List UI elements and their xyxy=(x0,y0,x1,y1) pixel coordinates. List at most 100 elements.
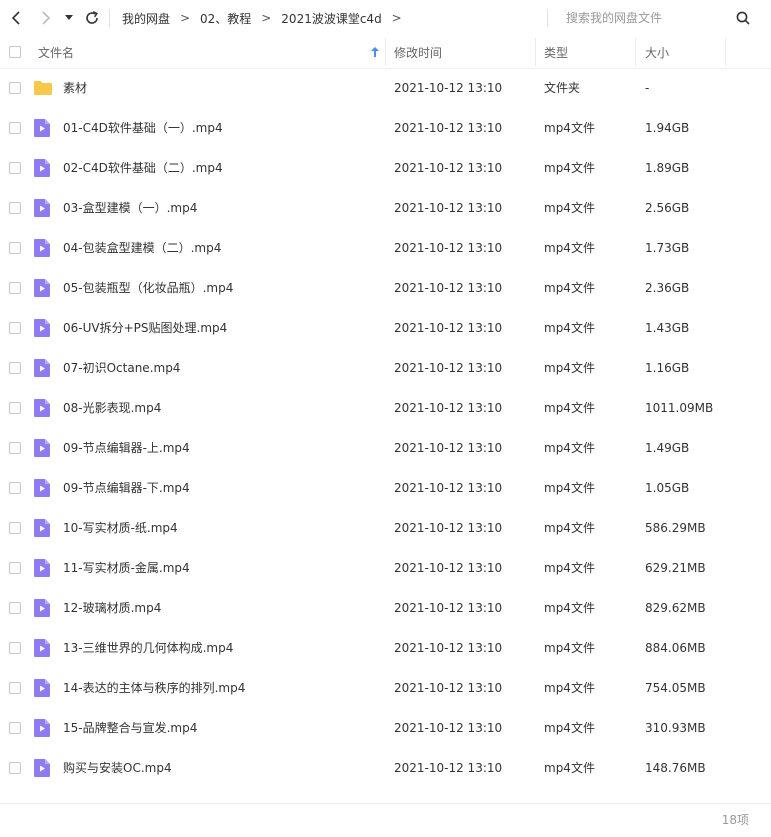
file-name[interactable]: 03-盒型建模（一）.mp4 xyxy=(63,188,197,228)
video-file-icon xyxy=(33,158,51,178)
sort-ascending-icon xyxy=(371,47,379,57)
back-button[interactable] xyxy=(6,8,26,28)
file-size: 1.05GB xyxy=(645,481,690,495)
row-checkbox[interactable] xyxy=(9,762,21,774)
column-header-type[interactable]: 类型 xyxy=(544,36,634,68)
file-type: mp4文件 xyxy=(544,401,595,415)
file-row[interactable]: 04-包装盒型建模（二）.mp4 2021-10-12 13:10 mp4文件 … xyxy=(0,228,771,268)
file-name[interactable]: 12-玻璃材质.mp4 xyxy=(63,588,161,628)
file-modified-time: 2021-10-12 13:10 xyxy=(394,761,503,775)
search-button[interactable] xyxy=(733,8,753,28)
file-name[interactable]: 04-包装盒型建模（二）.mp4 xyxy=(63,228,221,268)
breadcrumb-item-tutorials[interactable]: 02、教程 xyxy=(200,10,251,27)
file-row[interactable]: 购买与安装OC.mp4 2021-10-12 13:10 mp4文件 148.7… xyxy=(0,748,771,788)
file-row[interactable]: 10-写实材质-纸.mp4 2021-10-12 13:10 mp4文件 586… xyxy=(0,508,771,548)
row-checkbox[interactable] xyxy=(9,202,21,214)
file-name[interactable]: 14-表达的主体与秩序的排列.mp4 xyxy=(63,668,245,708)
row-checkbox[interactable] xyxy=(9,602,21,614)
row-checkbox[interactable] xyxy=(9,402,21,414)
search-icon xyxy=(736,11,750,25)
file-name[interactable]: 购买与安装OC.mp4 xyxy=(63,748,172,788)
select-all-checkbox[interactable] xyxy=(9,46,21,58)
file-row[interactable]: 15-品牌整合与宣发.mp4 2021-10-12 13:10 mp4文件 31… xyxy=(0,708,771,748)
file-row[interactable]: 07-初识Octane.mp4 2021-10-12 13:10 mp4文件 1… xyxy=(0,348,771,388)
refresh-button[interactable] xyxy=(82,8,102,28)
row-checkbox[interactable] xyxy=(9,722,21,734)
file-size: 884.06MB xyxy=(645,641,706,655)
folder-icon xyxy=(33,78,52,98)
column-header-size[interactable]: 大小 xyxy=(645,36,725,68)
forward-button[interactable] xyxy=(36,8,56,28)
row-checkbox[interactable] xyxy=(9,322,21,334)
column-header: 文件名 修改时间 类型 大小 xyxy=(0,36,771,69)
row-checkbox[interactable] xyxy=(9,562,21,574)
file-type: mp4文件 xyxy=(544,441,595,455)
file-row[interactable]: 14-表达的主体与秩序的排列.mp4 2021-10-12 13:10 mp4文… xyxy=(0,668,771,708)
file-name[interactable]: 10-写实材质-纸.mp4 xyxy=(63,508,178,548)
file-name[interactable]: 13-三维世界的几何体构成.mp4 xyxy=(63,628,233,668)
file-name[interactable]: 01-C4D软件基础（一）.mp4 xyxy=(63,108,223,148)
row-checkbox[interactable] xyxy=(9,82,21,94)
file-type: mp4文件 xyxy=(544,201,595,215)
file-row[interactable]: 05-包装瓶型（化妆品瓶）.mp4 2021-10-12 13:10 mp4文件… xyxy=(0,268,771,308)
file-row[interactable]: 08-光影表现.mp4 2021-10-12 13:10 mp4文件 1011.… xyxy=(0,388,771,428)
file-row[interactable]: 素材 2021-10-12 13:10 文件夹 - xyxy=(0,68,771,108)
file-name[interactable]: 06-UV拆分+PS贴图处理.mp4 xyxy=(63,308,227,348)
file-name[interactable]: 07-初识Octane.mp4 xyxy=(63,348,180,388)
file-row[interactable]: 12-玻璃材质.mp4 2021-10-12 13:10 mp4文件 829.6… xyxy=(0,588,771,628)
column-header-name[interactable]: 文件名 xyxy=(38,36,383,68)
row-checkbox[interactable] xyxy=(9,442,21,454)
file-type: mp4文件 xyxy=(544,641,595,655)
row-checkbox[interactable] xyxy=(9,362,21,374)
file-size: 148.76MB xyxy=(645,761,706,775)
file-type: mp4文件 xyxy=(544,121,595,135)
history-dropdown-button[interactable] xyxy=(62,8,76,28)
search-input[interactable] xyxy=(558,7,726,29)
row-checkbox[interactable] xyxy=(9,522,21,534)
column-header-size-label: 大小 xyxy=(645,45,670,60)
video-file-icon xyxy=(33,198,51,218)
file-name[interactable]: 09-节点编辑器-下.mp4 xyxy=(63,468,190,508)
file-row[interactable]: 13-三维世界的几何体构成.mp4 2021-10-12 13:10 mp4文件… xyxy=(0,628,771,668)
file-name[interactable]: 09-节点编辑器-上.mp4 xyxy=(63,428,190,468)
file-name[interactable]: 02-C4D软件基础（二）.mp4 xyxy=(63,148,223,188)
file-row[interactable]: 01-C4D软件基础（一）.mp4 2021-10-12 13:10 mp4文件… xyxy=(0,108,771,148)
column-header-modified[interactable]: 修改时间 xyxy=(394,36,534,68)
footer-divider xyxy=(0,803,771,804)
row-checkbox[interactable] xyxy=(9,162,21,174)
file-row[interactable]: 11-写实材质-金属.mp4 2021-10-12 13:10 mp4文件 62… xyxy=(0,548,771,588)
file-type: mp4文件 xyxy=(544,161,595,175)
file-name[interactable]: 11-写实材质-金属.mp4 xyxy=(63,548,190,588)
video-file-icon xyxy=(33,558,51,578)
refresh-icon xyxy=(86,11,98,24)
file-row[interactable]: 02-C4D软件基础（二）.mp4 2021-10-12 13:10 mp4文件… xyxy=(0,148,771,188)
row-checkbox[interactable] xyxy=(9,482,21,494)
breadcrumb: 我的网盘 > 02、教程 > 2021波波课堂c4d > xyxy=(122,0,412,36)
file-modified-time: 2021-10-12 13:10 xyxy=(394,81,503,95)
video-file-icon xyxy=(33,478,51,498)
file-name[interactable]: 08-光影表现.mp4 xyxy=(63,388,161,428)
breadcrumb-item-root[interactable]: 我的网盘 xyxy=(122,10,170,27)
video-file-icon xyxy=(33,118,51,138)
file-name[interactable]: 素材 xyxy=(63,68,87,108)
file-list: 素材 2021-10-12 13:10 文件夹 - 01-C4D软件基础（一）.… xyxy=(0,68,771,788)
row-checkbox[interactable] xyxy=(9,282,21,294)
file-row[interactable]: 06-UV拆分+PS贴图处理.mp4 2021-10-12 13:10 mp4文… xyxy=(0,308,771,348)
video-file-icon xyxy=(33,398,51,418)
row-checkbox[interactable] xyxy=(9,682,21,694)
file-size: 1.89GB xyxy=(645,161,690,175)
file-row[interactable]: 09-节点编辑器-上.mp4 2021-10-12 13:10 mp4文件 1.… xyxy=(0,428,771,468)
file-row[interactable]: 03-盒型建模（一）.mp4 2021-10-12 13:10 mp4文件 2.… xyxy=(0,188,771,228)
file-name[interactable]: 05-包装瓶型（化妆品瓶）.mp4 xyxy=(63,268,233,308)
row-checkbox[interactable] xyxy=(9,642,21,654)
file-size: 310.93MB xyxy=(645,721,706,735)
file-type: mp4文件 xyxy=(544,521,595,535)
row-checkbox[interactable] xyxy=(9,242,21,254)
breadcrumb-item-current[interactable]: 2021波波课堂c4d xyxy=(281,10,381,27)
row-checkbox[interactable] xyxy=(9,122,21,134)
file-row[interactable]: 09-节点编辑器-下.mp4 2021-10-12 13:10 mp4文件 1.… xyxy=(0,468,771,508)
file-name[interactable]: 15-品牌整合与宣发.mp4 xyxy=(63,708,197,748)
toolbar: 我的网盘 > 02、教程 > 2021波波课堂c4d > xyxy=(0,0,771,36)
breadcrumb-chevron-icon[interactable]: > xyxy=(382,11,412,25)
file-modified-time: 2021-10-12 13:10 xyxy=(394,241,503,255)
